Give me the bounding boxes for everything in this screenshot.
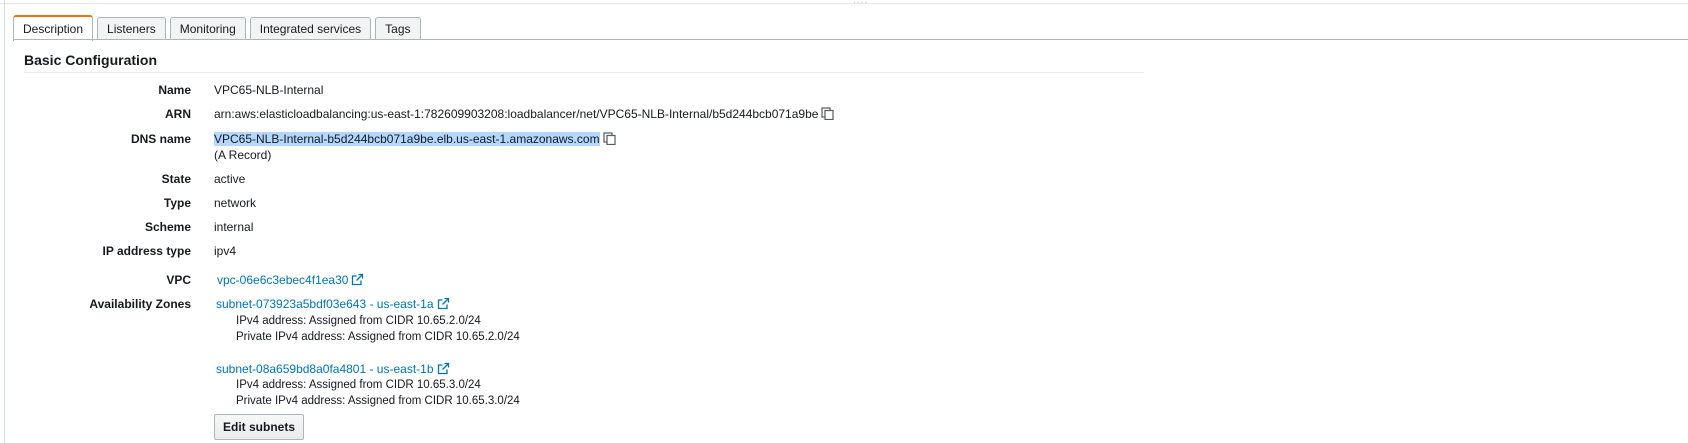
vpc-row: vpc-06e6c3ebec4f1ea30: [217, 273, 364, 289]
tab-description[interactable]: Description: [13, 15, 94, 41]
arn-value: arn:aws:elasticloadbalancing:us-east-1:7…: [214, 107, 819, 121]
dns-value: VPC65-NLB-Internal-b5d244bcb071a9be.elb.…: [214, 132, 600, 146]
vpc-label: VPC: [166, 273, 191, 287]
dns-record-type: (A Record): [214, 148, 272, 162]
tab-integrated-services[interactable]: Integrated services: [249, 17, 372, 40]
name-label: Name: [158, 83, 191, 97]
top-border: [0, 3, 1688, 4]
edit-subnets-button[interactable]: Edit subnets: [214, 414, 305, 440]
state-value: active: [214, 172, 246, 186]
subnet-ipv4-address: IPv4 address: Assigned from CIDR 10.65.3…: [236, 379, 481, 391]
type-label: Type: [163, 196, 191, 210]
section-title: Basic Configuration: [24, 52, 158, 68]
arn-label: ARN: [165, 107, 191, 121]
scheme-value: internal: [214, 220, 254, 234]
section-divider: [24, 72, 1144, 73]
resize-handle[interactable]: ∙∙∙∙: [853, 0, 868, 8]
subnet-private-ipv4-address: Private IPv4 address: Assigned from CIDR…: [236, 395, 520, 407]
ip-type-label: IP address type: [102, 244, 192, 258]
name-value: VPC65-NLB-Internal: [214, 83, 324, 97]
tab-bar: Description Listeners Monitoring Integra…: [13, 14, 425, 41]
state-label: State: [161, 172, 191, 186]
tab-tags[interactable]: Tags: [375, 17, 421, 40]
dns-label: DNS name: [130, 132, 191, 146]
subnet-row: subnet-08a659bd8a0fa4801 - us-east-1b: [216, 362, 450, 378]
scheme-label: Scheme: [144, 220, 191, 234]
tab-divider: [13, 39, 1688, 40]
az-label: Availability Zones: [89, 297, 191, 311]
panel-border: [4, 0, 5, 443]
subnet-row: subnet-073923a5bdf03e643 - us-east-1a: [216, 297, 450, 313]
vpc-link[interactable]: vpc-06e6c3ebec4f1ea30: [217, 273, 348, 287]
external-link-icon[interactable]: [437, 362, 450, 378]
type-value: network: [214, 196, 257, 210]
copy-icon[interactable]: [602, 132, 616, 148]
copy-icon[interactable]: [821, 107, 835, 123]
subnet-link[interactable]: subnet-08a659bd8a0fa4801 - us-east-1b: [216, 362, 434, 376]
external-link-icon[interactable]: [351, 273, 364, 289]
subnet-link[interactable]: subnet-073923a5bdf03e643 - us-east-1a: [216, 297, 434, 311]
tab-monitoring[interactable]: Monitoring: [169, 17, 246, 40]
subnet-ipv4-address: IPv4 address: Assigned from CIDR 10.65.2…: [236, 315, 481, 327]
tab-listeners[interactable]: Listeners: [97, 17, 166, 40]
arn-row: arn:aws:elasticloadbalancing:us-east-1:7…: [214, 107, 835, 123]
dns-row: VPC65-NLB-Internal-b5d244bcb071a9be.elb.…: [214, 132, 616, 148]
ip-type-value: ipv4: [214, 244, 237, 258]
subnet-private-ipv4-address: Private IPv4 address: Assigned from CIDR…: [236, 331, 520, 343]
external-link-icon[interactable]: [437, 297, 450, 313]
